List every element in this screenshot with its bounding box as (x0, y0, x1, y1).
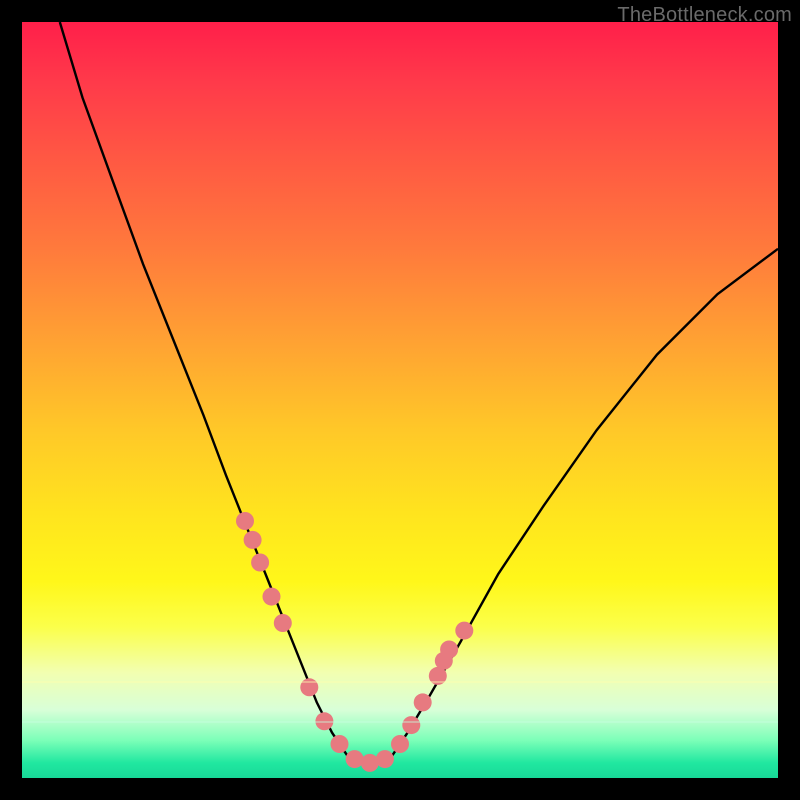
highlight-dot (402, 716, 420, 734)
highlight-dot (376, 750, 394, 768)
highlight-dot (274, 614, 292, 632)
highlight-dot (251, 554, 269, 572)
highlight-dot (440, 641, 458, 659)
highlight-dot (346, 750, 364, 768)
highlight-dots (236, 512, 473, 772)
highlight-dot (263, 588, 281, 606)
highlight-dot (244, 531, 262, 549)
highlight-dot (331, 735, 349, 753)
highlight-dot (361, 754, 379, 772)
chart-frame (22, 22, 778, 778)
watermark-text: TheBottleneck.com (617, 4, 792, 27)
highlight-dot (455, 622, 473, 640)
bottleneck-curve (60, 22, 778, 763)
highlight-dot (391, 735, 409, 753)
highlight-dot (414, 693, 432, 711)
chart-overlay (22, 22, 778, 778)
highlight-dot (236, 512, 254, 530)
